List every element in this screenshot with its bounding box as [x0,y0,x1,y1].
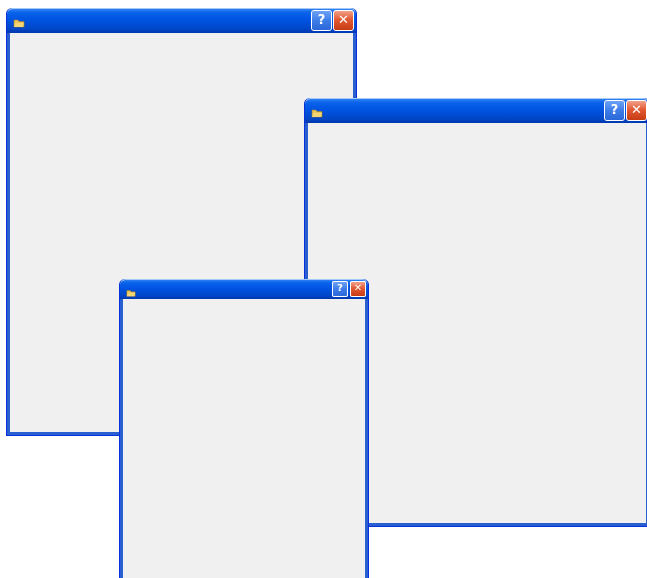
dialog-window-3[interactable]: ? ✕ [119,279,369,578]
question-mark-icon: ? [317,13,326,28]
close-icon: ✕ [338,13,349,28]
window-app-icon[interactable] [13,14,25,28]
close-icon: ✕ [353,283,363,294]
title-bar[interactable]: ? ✕ [7,8,356,33]
help-button[interactable]: ? [311,10,332,31]
title-bar[interactable]: ? ✕ [120,279,368,299]
question-mark-icon: ? [610,103,619,118]
desktop: ? ✕ ? ✕ ? ✕ [0,0,647,578]
close-button[interactable]: ✕ [333,10,354,31]
dialog-client-area [123,299,365,578]
close-button[interactable]: ✕ [626,100,647,121]
window-app-icon[interactable] [126,283,136,297]
window-app-icon[interactable] [311,104,323,118]
help-button[interactable]: ? [604,100,625,121]
question-mark-icon: ? [337,283,343,294]
help-button[interactable]: ? [332,281,348,297]
title-bar[interactable]: ? ✕ [305,98,647,123]
close-button[interactable]: ✕ [350,281,366,297]
close-icon: ✕ [631,103,642,118]
